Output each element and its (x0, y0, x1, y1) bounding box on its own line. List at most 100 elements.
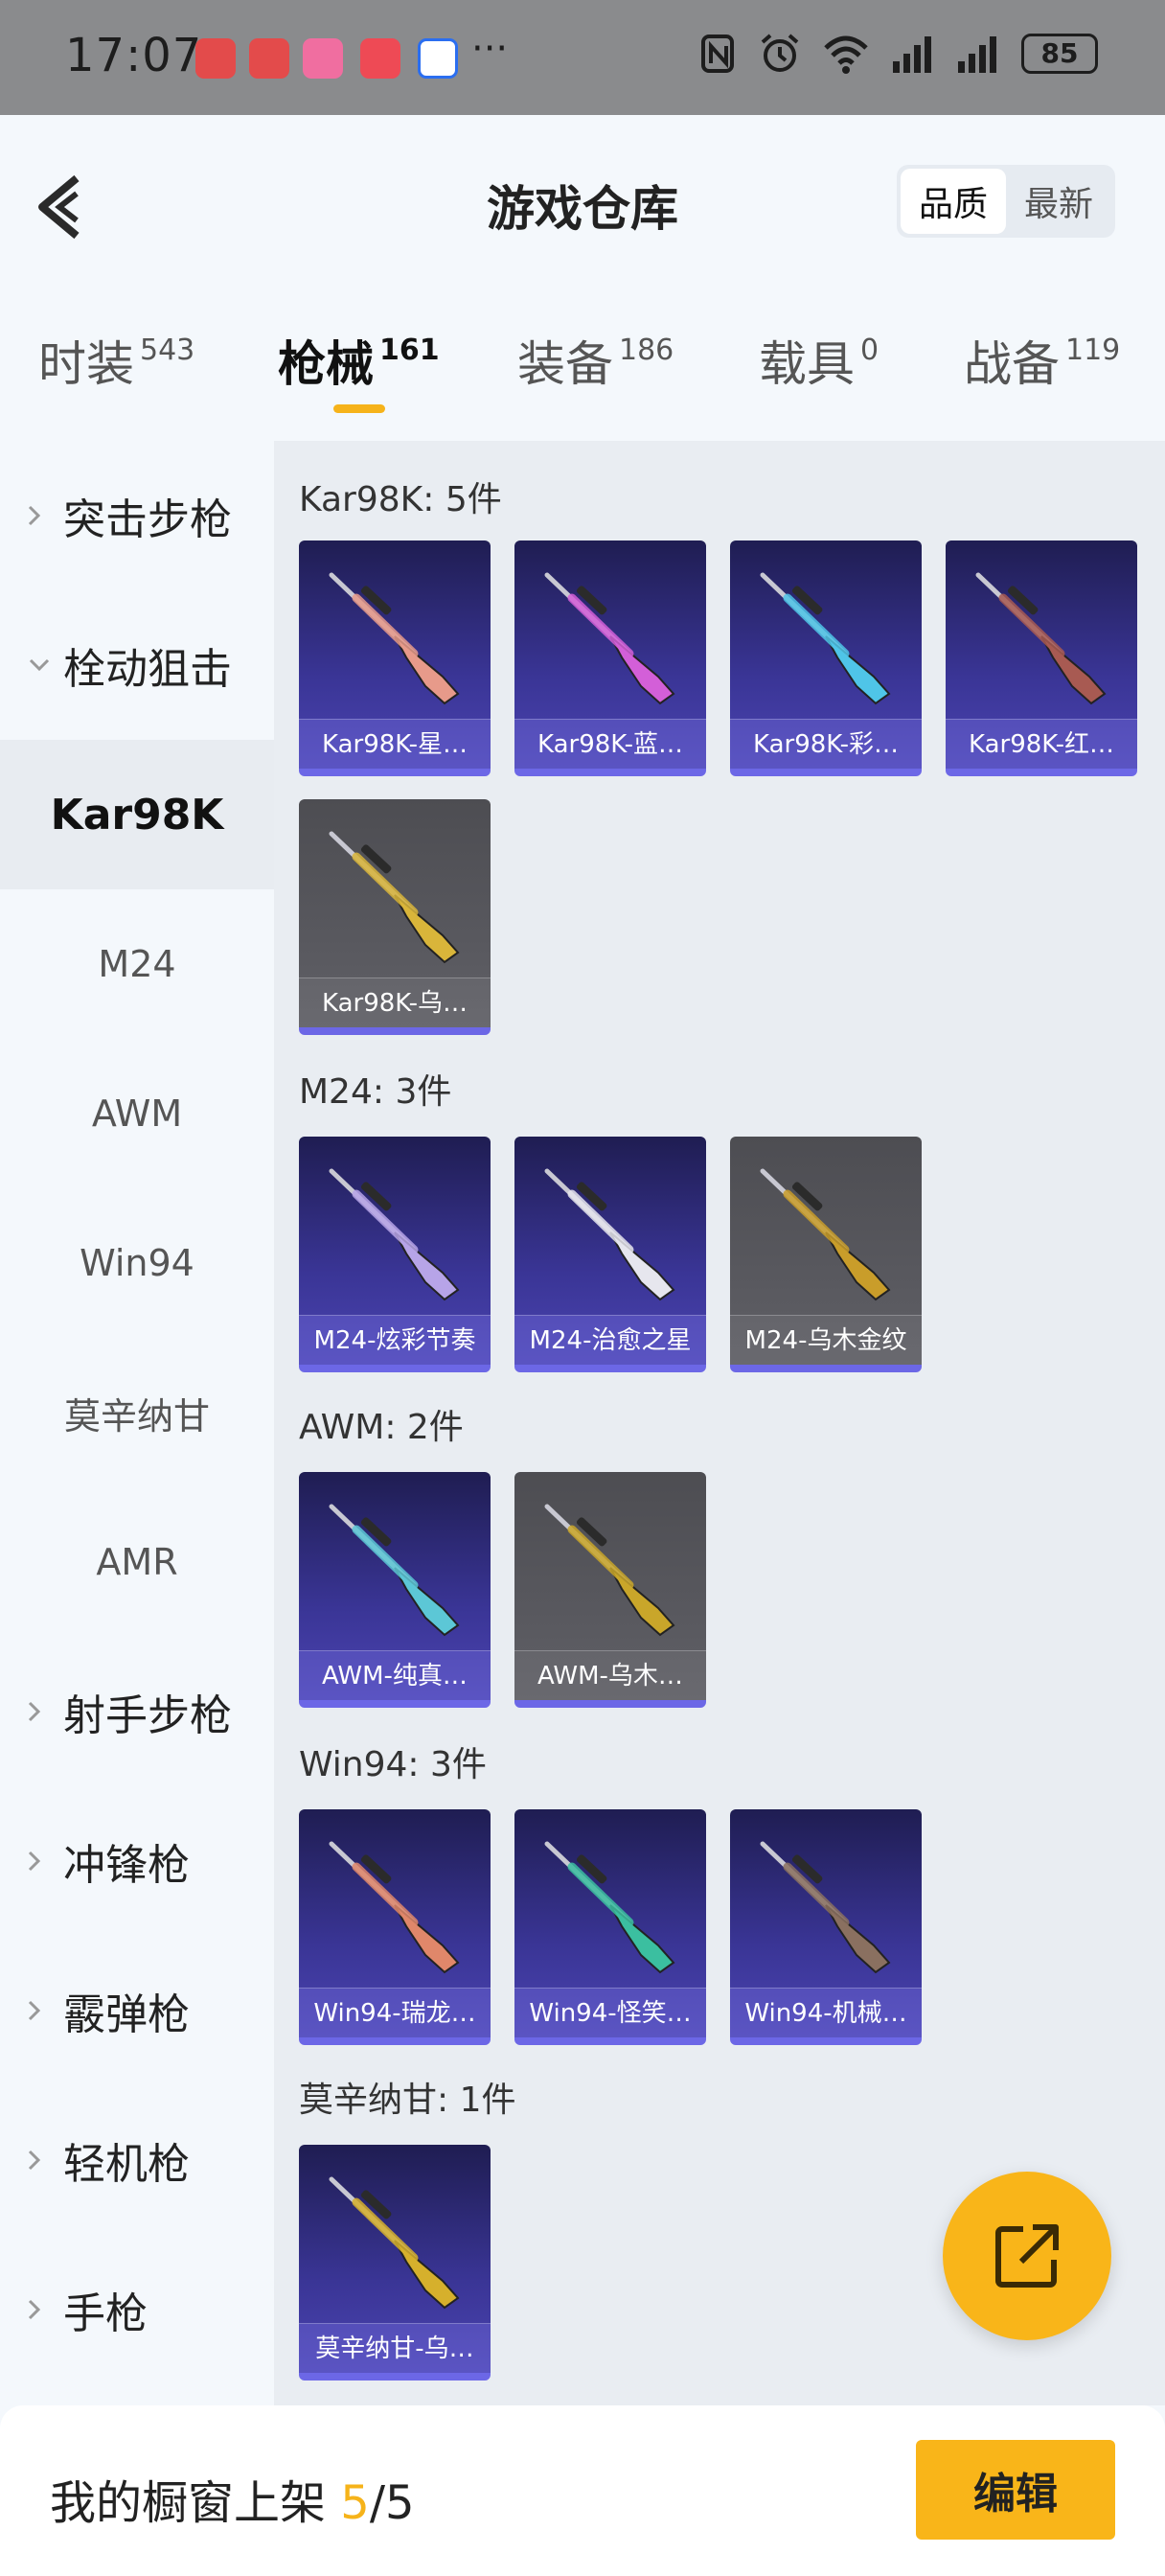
sidebar-item-label: 轻机枪 (63, 2140, 190, 2189)
sidebar-item-mosin[interactable]: 莫辛纳甘 (0, 1338, 274, 1487)
sidebar-item-label: Kar98K (50, 790, 224, 840)
weapon-card-label: M24-乌木金纹 (730, 1315, 922, 1365)
group-title: Kar98K: 5件 (299, 480, 502, 519)
group-title: Win94: 3件 (299, 1745, 487, 1784)
weapon-card[interactable]: Win94-机械… (730, 1809, 922, 2045)
tab-vehicles[interactable]: 载具 0 (759, 326, 879, 395)
tab-battle-gear[interactable]: 战备 119 (964, 326, 1120, 395)
rifle-icon (975, 572, 1107, 705)
sidebar-item-marksman[interactable]: 射手步枪 (0, 1637, 274, 1786)
weapon-card-label: 莫辛纳甘-乌… (299, 2323, 491, 2373)
weapon-card-label: Kar98K-蓝… (514, 719, 706, 769)
weapon-card[interactable]: Kar98K-蓝… (514, 540, 706, 776)
sidebar-item-lmg[interactable]: 轻机枪 (0, 2085, 274, 2235)
weapon-card-label: Kar98K-彩… (730, 719, 922, 769)
tab-equipment[interactable]: 装备 186 (517, 326, 674, 395)
sidebar-item-m24[interactable]: M24 (0, 889, 274, 1039)
weapon-card[interactable]: M24-炫彩节奏 (299, 1137, 491, 1372)
chevron-right-icon (25, 1697, 54, 1726)
chevron-right-icon (25, 1996, 54, 2025)
weapon-card-label: AWM-乌木… (514, 1650, 706, 1700)
app-red-2-icon (249, 38, 289, 79)
weapon-card-label: Win94-怪笑… (514, 1988, 706, 2037)
weapon-card[interactable]: Kar98K-星… (299, 540, 491, 776)
sidebar-item-shotgun[interactable]: 霰弹枪 (0, 1936, 274, 2085)
sidebar-item-pistol[interactable]: 手枪 (0, 2235, 274, 2384)
rifle-icon (544, 572, 675, 705)
chevron-right-icon (25, 501, 54, 530)
weapon-card[interactable]: Kar98K-彩… (730, 540, 922, 776)
signal-2-icon (958, 36, 996, 73)
tab-label: 战备 (964, 336, 1060, 392)
active-tab-indicator (333, 404, 385, 413)
showcase-total-count: /5 (369, 2476, 415, 2530)
edit-button[interactable]: 编辑 (916, 2440, 1115, 2540)
share-button[interactable] (943, 2172, 1111, 2340)
weapon-card-label: M24-炫彩节奏 (299, 1315, 491, 1365)
sidebar-item-label: AMR (96, 1541, 178, 1583)
showcase-current-count: 5 (340, 2476, 370, 2530)
system-icons: 85 (699, 33, 1098, 75)
weapon-card[interactable]: Kar98K-红… (946, 540, 1137, 776)
sort-quality-button[interactable]: 品质 (901, 169, 1006, 234)
sidebar-item-label: 手枪 (63, 2289, 148, 2338)
sidebar-item-smg[interactable]: 冲锋枪 (0, 1786, 274, 1936)
rifle-icon (329, 831, 460, 964)
chevron-right-icon (25, 1847, 54, 1875)
weapon-card-label: Win94-机械… (730, 1988, 922, 2037)
rifle-icon (329, 1841, 460, 1974)
rifle-icon (329, 1168, 460, 1301)
alarm-icon (761, 34, 799, 72)
weapon-card[interactable]: Kar98K-乌… (299, 799, 491, 1035)
battery-indicator: 85 (1021, 34, 1098, 74)
weapon-card[interactable]: 莫辛纳甘-乌… (299, 2145, 491, 2380)
tab-fashion[interactable]: 时装 543 (38, 326, 194, 395)
sort-toggle: 品质 最新 (897, 165, 1115, 238)
sidebar-item-label: 冲锋枪 (63, 1841, 190, 1890)
share-icon (995, 2224, 1059, 2288)
status-bar: 17:07 ··· 85 (0, 0, 1165, 115)
sidebar-item-awm[interactable]: AWM (0, 1039, 274, 1188)
chevron-right-icon (25, 2295, 54, 2324)
tab-label: 时装 (38, 336, 134, 392)
sidebar-item-win94[interactable]: Win94 (0, 1188, 274, 1338)
rifle-icon (760, 1168, 891, 1301)
sidebar-item-label: 射手步枪 (63, 1691, 232, 1740)
rifle-icon (329, 572, 460, 705)
tab-count: 119 (1065, 334, 1121, 367)
showcase-status: 我的橱窗上架 5/5 (50, 2465, 415, 2532)
sidebar-item-bolt-sniper[interactable]: 栓动狙击 (0, 590, 274, 740)
weapon-card[interactable]: Win94-瑞龙… (299, 1809, 491, 2045)
weapon-card-label: M24-治愈之星 (514, 1315, 706, 1365)
showcase-label: 我的橱窗上架 (50, 2476, 341, 2530)
group-title: AWM: 2件 (299, 1408, 464, 1447)
tab-count: 543 (140, 334, 195, 367)
chevron-right-icon (25, 2146, 54, 2174)
weapon-card[interactable]: AWM-乌木… (514, 1472, 706, 1708)
sidebar-item-label: AWM (91, 1092, 183, 1135)
item-grid: Kar98K: 5件 Kar98K-星… Kar98K-蓝… Kar98K-彩…… (274, 441, 1165, 2405)
weapon-card-label: Kar98K-红… (946, 719, 1137, 769)
weapon-card[interactable]: Win94-怪笑… (514, 1809, 706, 2045)
sidebar-item-kar98k[interactable]: Kar98K (0, 740, 274, 889)
rifle-icon (544, 1504, 675, 1637)
signal-1-icon (893, 36, 931, 73)
weapon-card[interactable]: M24-治愈之星 (514, 1137, 706, 1372)
rifle-icon (329, 1504, 460, 1637)
rifle-icon (544, 1168, 675, 1301)
app-blue-icon (418, 38, 458, 79)
rifle-icon (329, 2176, 460, 2310)
group-title: 莫辛纳甘: 1件 (299, 2081, 516, 2120)
sidebar-item-assault-rifle[interactable]: 突击步枪 (0, 441, 274, 590)
chevron-down-icon (25, 656, 54, 675)
weapon-card-label: Kar98K-星… (299, 719, 491, 769)
sidebar-item-amr[interactable]: AMR (0, 1487, 274, 1637)
category-tabs: 时装 543 枪械 161 装备 186 载具 0 战备 119 (0, 316, 1165, 431)
weapon-card[interactable]: M24-乌木金纹 (730, 1137, 922, 1372)
weapon-card[interactable]: AWM-纯真… (299, 1472, 491, 1708)
tab-firearms[interactable]: 枪械 161 (278, 326, 440, 395)
weapon-card-label: AWM-纯真… (299, 1650, 491, 1700)
sidebar-item-label: Win94 (80, 1242, 194, 1284)
app-red-3-icon (360, 38, 400, 79)
sort-newest-button[interactable]: 最新 (1006, 169, 1111, 234)
